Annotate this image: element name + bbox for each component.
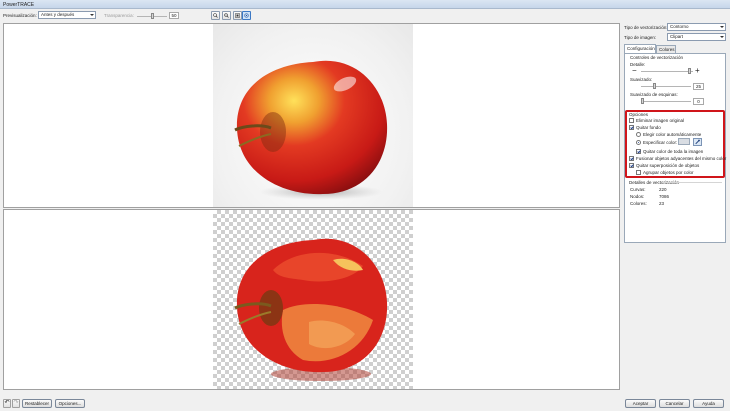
transparent-background <box>213 210 413 389</box>
tab-configuracion-label: Configuración <box>627 46 655 51</box>
detail-slider-thumb[interactable] <box>688 68 691 74</box>
remove-overlap-checkbox[interactable] <box>629 163 634 168</box>
redo-icon: ↷ <box>13 400 19 406</box>
delete-original-checkbox[interactable] <box>629 118 634 123</box>
cancel-button[interactable]: Cancelar <box>659 399 690 408</box>
remove-from-all-checkbox[interactable] <box>636 149 641 154</box>
remove-from-all-label: Quitar color de toda la imagen <box>643 149 704 154</box>
smoothing-slider[interactable] <box>641 86 691 87</box>
trace-type-select[interactable]: Contorno <box>667 23 726 31</box>
original-image <box>213 24 413 207</box>
chevron-down-icon <box>720 26 724 28</box>
image-type-select[interactable]: Clipart <box>667 33 726 41</box>
remove-background-label: Quitar fondo <box>636 125 661 130</box>
auto-color-radio[interactable] <box>636 132 641 137</box>
smoothing-label: Suavizado: <box>630 77 653 82</box>
undo-icon: ↶ <box>4 400 10 406</box>
trace-type-label: Tipo de vectorización: <box>624 25 668 30</box>
merge-adjacent-label: Fusionar objetos adyacentes del mismo co… <box>636 156 727 161</box>
minus-icon[interactable]: − <box>632 67 637 75</box>
colors-label: Colores: <box>630 201 647 206</box>
transparency-slider-thumb[interactable] <box>151 13 154 19</box>
preview-select[interactable]: Antes y después <box>38 11 96 19</box>
preview-after[interactable] <box>3 209 620 390</box>
transparency-value[interactable]: 50 <box>169 12 179 19</box>
colors-value: 23 <box>659 201 665 206</box>
plus-icon[interactable]: + <box>695 67 700 75</box>
delete-original-label: Eliminar imagen original <box>636 118 685 123</box>
remove-background-checkbox[interactable] <box>629 125 634 130</box>
nodes-value: 7086 <box>659 194 670 199</box>
controls-heading: Controles de vectorización <box>630 55 684 60</box>
accept-button[interactable]: Aceptar <box>625 399 656 408</box>
eyedropper-icon <box>695 139 700 145</box>
curves-label: Curvas: <box>630 187 646 192</box>
image-type-value: Clipart <box>670 34 684 39</box>
traced-apple <box>234 238 388 381</box>
specify-color-radio[interactable] <box>636 140 641 145</box>
curves-value: 220 <box>659 187 667 192</box>
smoothing-value[interactable]: 25 <box>693 83 704 90</box>
tab-colores-label: Colores <box>659 47 675 52</box>
remove-overlap-label: Quitar superposición de objetos <box>636 163 700 168</box>
color-swatch[interactable] <box>678 138 690 145</box>
redo-button[interactable]: ↷ <box>12 399 20 408</box>
detail-slider[interactable] <box>641 71 693 72</box>
window-title: PowerTRACE <box>3 2 35 8</box>
preview-before[interactable] <box>3 23 620 208</box>
corner-slider-thumb[interactable] <box>641 98 644 104</box>
nodes-label: Nodos: <box>630 194 645 199</box>
preview-label: Previsualización: <box>3 13 37 18</box>
specify-color-label: Especificar color: <box>643 140 678 145</box>
hand-icon <box>244 13 249 18</box>
toolbar: Previsualización: Antes y después Transp… <box>0 9 730 23</box>
help-button[interactable]: Ayuda <box>693 399 724 408</box>
details-divider <box>662 182 722 183</box>
bottom-bar: ↶ ↷ Restablecer Opciones... Aceptar Canc… <box>0 395 730 411</box>
merge-adjacent-checkbox[interactable] <box>629 156 634 161</box>
eyedropper-button[interactable] <box>693 138 702 146</box>
zoom-out-button[interactable] <box>222 11 231 20</box>
chevron-down-icon <box>90 14 94 16</box>
reset-button[interactable]: Restablecer <box>22 399 52 408</box>
fit-page-icon <box>235 13 240 18</box>
title-bar: PowerTRACE <box>0 0 730 9</box>
transparency-label: Transparencia: <box>104 13 134 18</box>
corner-label: Suavizado de esquinas: <box>630 92 678 97</box>
zoom-in-button[interactable] <box>211 11 220 20</box>
group-by-color-checkbox[interactable] <box>636 170 641 175</box>
group-by-color-label: Agrupar objetos por color <box>643 170 694 175</box>
zoom-out-icon <box>224 13 229 18</box>
smoothing-slider-thumb[interactable] <box>653 83 656 89</box>
options-heading: Opciones <box>629 112 649 117</box>
image-type-label: Tipo de imagen: <box>624 35 657 40</box>
chevron-down-icon <box>720 36 724 38</box>
fit-page-button[interactable] <box>233 11 242 20</box>
trace-type-value: Contorno <box>670 24 689 29</box>
pan-button[interactable] <box>242 11 251 20</box>
corner-slider[interactable] <box>641 101 691 102</box>
undo-button[interactable]: ↶ <box>3 399 11 408</box>
preview-select-value: Antes y después <box>41 12 75 17</box>
apple-photo <box>234 60 388 200</box>
options-button[interactable]: Opciones... <box>55 399 85 408</box>
zoom-in-icon <box>213 13 218 18</box>
corner-value[interactable]: 0 <box>693 98 704 105</box>
auto-color-label: Elegir color automáticamente <box>643 132 702 137</box>
